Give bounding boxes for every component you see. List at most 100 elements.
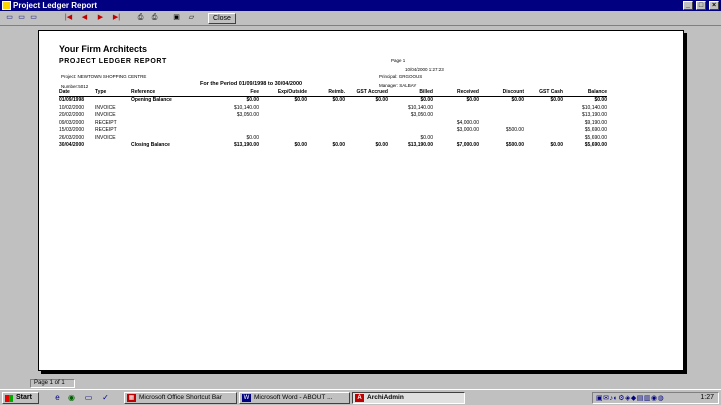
next-page-icon[interactable]: ▶ — [95, 13, 106, 23]
cell-date: 10/02/2000 — [59, 104, 85, 111]
cell-date: 30/04/2000 — [59, 142, 85, 148]
task-microsoft-word[interactable]: W Microsoft Word - ABOUT ... — [239, 392, 350, 404]
col-reference: Reference — [131, 89, 156, 95]
report-title: PROJECT LEDGER REPORT — [59, 58, 167, 65]
cell-gst-cash: $0.00 — [550, 142, 563, 148]
channels-icon[interactable]: ✓ — [100, 393, 111, 403]
minimize-button[interactable]: _ — [683, 1, 693, 10]
cell-date: 15/03/2000 — [59, 127, 85, 133]
window-close-button[interactable]: × — [709, 1, 719, 10]
page-number: Page 1 — [391, 58, 406, 63]
cell-balance: $13,190.00 — [581, 112, 607, 118]
col-discount: Discount — [502, 89, 524, 95]
cell-reference: Opening Balance — [131, 97, 172, 103]
cell-gst-accrued: $0.00 — [375, 142, 388, 148]
previous-page-icon[interactable]: ◀ — [79, 13, 90, 23]
col-reimb: Reimb. — [328, 89, 345, 95]
word-icon: W — [242, 394, 251, 402]
maximize-button[interactable]: □ — [696, 1, 706, 10]
show-desktop-icon[interactable]: ▭ — [83, 393, 94, 403]
ledger-row: 01/09/1998 Opening Balance $0.00 $0.00 $0.00… — [59, 97, 607, 105]
cell-discount: $500.00 — [505, 127, 524, 133]
window-title: Project Ledger Report — [13, 1, 98, 10]
one-page-view-icon[interactable]: ▭ — [4, 13, 15, 23]
cell-date: 20/02/2000 — [59, 112, 85, 118]
report-period: For the Period 01/09/1998 to 30/04/2000 — [200, 81, 303, 87]
cell-gst-cash: $0.00 — [550, 97, 563, 103]
cell-fee: $3,050.00 — [236, 112, 259, 118]
outlook-icon[interactable]: ◉ — [66, 393, 77, 403]
col-date: Date — [59, 89, 70, 95]
cell-billed: $13,190.00 — [407, 142, 433, 148]
two-page-view-icon[interactable]: ▭ — [16, 13, 27, 23]
ledger-row: 09/03/2000 RECEIPT $4,000.00 $9,190.00 — [59, 120, 607, 128]
ledger-row: 20/02/2000 INVOICE $3,050.00 $3,050.00 $13,1… — [59, 112, 607, 120]
app-icon — [2, 1, 11, 10]
cell-billed: $0.00 — [420, 134, 433, 141]
col-gst-accrued: GST Accrued — [356, 89, 389, 95]
ledger-body: 01/09/1998 Opening Balance $0.00 $0.00 $0.00… — [59, 97, 607, 150]
cell-fee: $0.00 — [246, 134, 259, 141]
ledger-table: Date Type Reference Fee Exp/Outside Reim… — [59, 89, 607, 150]
preview-area[interactable]: Your Firm Architects PROJECT LEDGER REPO… — [0, 27, 721, 376]
col-balance: Balance — [587, 89, 607, 95]
col-exp-outside: Exp/Outside — [277, 89, 307, 95]
cell-received: $0.00 — [466, 97, 479, 103]
windows-logo-icon — [5, 395, 13, 402]
cell-billed: $3,050.00 — [410, 112, 433, 118]
page-width-view-icon[interactable]: ▭ — [28, 13, 39, 23]
cell-balance: $5,690.00 — [584, 134, 607, 141]
report-toolbar: ▭ ▭ ▭ |◀ ◀ ▶ ▶| ⎙ ⎙ ▣ ▱ Close — [0, 11, 721, 26]
clock[interactable]: 1:27 — [700, 393, 714, 403]
cell-reimb: $0.00 — [332, 97, 345, 103]
taskbar: Start e ◉ ▭ ✓ ▦ Microsoft Office Shortcu… — [0, 389, 721, 405]
window-titlebar[interactable]: Project Ledger Report _ □ × — [0, 0, 721, 11]
save-icon[interactable]: ▣ — [171, 13, 182, 23]
report-datetime: 10/04/2000 1:27:23 — [405, 67, 444, 72]
col-fee: Fee — [250, 89, 259, 95]
col-billed: Billed — [419, 89, 433, 95]
cell-fee: $13,190.00 — [233, 142, 259, 148]
cell-received: $3,000.00 — [456, 127, 479, 133]
tray-icons[interactable]: ▣✉♪◐⚙◈◆▤▥◉◍ — [596, 394, 664, 403]
cell-fee: $0.00 — [246, 97, 259, 103]
cell-billed: $10,140.00 — [407, 104, 433, 111]
task-archiadmin[interactable]: A ArchiAdmin — [352, 392, 465, 404]
ledger-header-row: Date Type Reference Fee Exp/Outside Reim… — [59, 89, 607, 97]
cell-gst-accrued: $0.00 — [375, 97, 388, 103]
cell-balance: $5,690.00 — [584, 142, 607, 148]
cell-balance: $5,690.00 — [584, 127, 607, 133]
cell-date: 01/09/1998 — [59, 97, 85, 103]
report-page: Your Firm Architects PROJECT LEDGER REPO… — [38, 30, 684, 371]
last-page-icon[interactable]: ▶| — [111, 13, 122, 23]
cell-date: 09/03/2000 — [59, 119, 85, 126]
principal: Principal: GRGOOUS — [379, 74, 423, 79]
start-button[interactable]: Start — [2, 392, 39, 404]
ledger-row: 30/04/2000 Closing Balance $13,190.00 $0.00… — [59, 142, 607, 150]
cell-received: $7,000.00 — [456, 142, 479, 148]
first-page-icon[interactable]: |◀ — [63, 13, 74, 23]
firm-name: Your Firm Architects — [59, 44, 148, 54]
cell-received: $4,000.00 — [456, 119, 479, 126]
close-button[interactable]: Close — [208, 13, 236, 24]
cell-type: INVOICE — [95, 112, 116, 118]
cell-balance: $10,140.00 — [581, 104, 607, 111]
col-type: Type — [95, 89, 107, 95]
status-bar: Page 1 of 1 — [0, 378, 721, 388]
task-label: Microsoft Office Shortcut Bar — [139, 394, 222, 401]
task-office-shortcut-bar[interactable]: ▦ Microsoft Office Shortcut Bar — [124, 392, 237, 404]
cell-billed: $0.00 — [420, 97, 433, 103]
print-icon[interactable]: ⎙ — [135, 13, 146, 23]
ledger-row: 15/03/2000 RECEIPT $3,000.00 $500.00 $5,690.… — [59, 127, 607, 135]
task-label: Microsoft Word - ABOUT ... — [254, 394, 333, 401]
cell-discount: $500.00 — [505, 142, 524, 148]
office-icon: ▦ — [127, 394, 136, 402]
page-indicator: Page 1 of 1 — [30, 379, 75, 388]
start-label: Start — [16, 394, 32, 401]
cell-reference: Closing Balance — [131, 142, 170, 148]
cell-exp-outside: $0.00 — [294, 142, 307, 148]
open-folder-icon[interactable]: ▱ — [186, 13, 197, 23]
print-setup-icon[interactable]: ⎙ — [149, 13, 160, 23]
cell-type: RECEIPT — [95, 127, 117, 133]
internet-explorer-icon[interactable]: e — [52, 393, 63, 403]
